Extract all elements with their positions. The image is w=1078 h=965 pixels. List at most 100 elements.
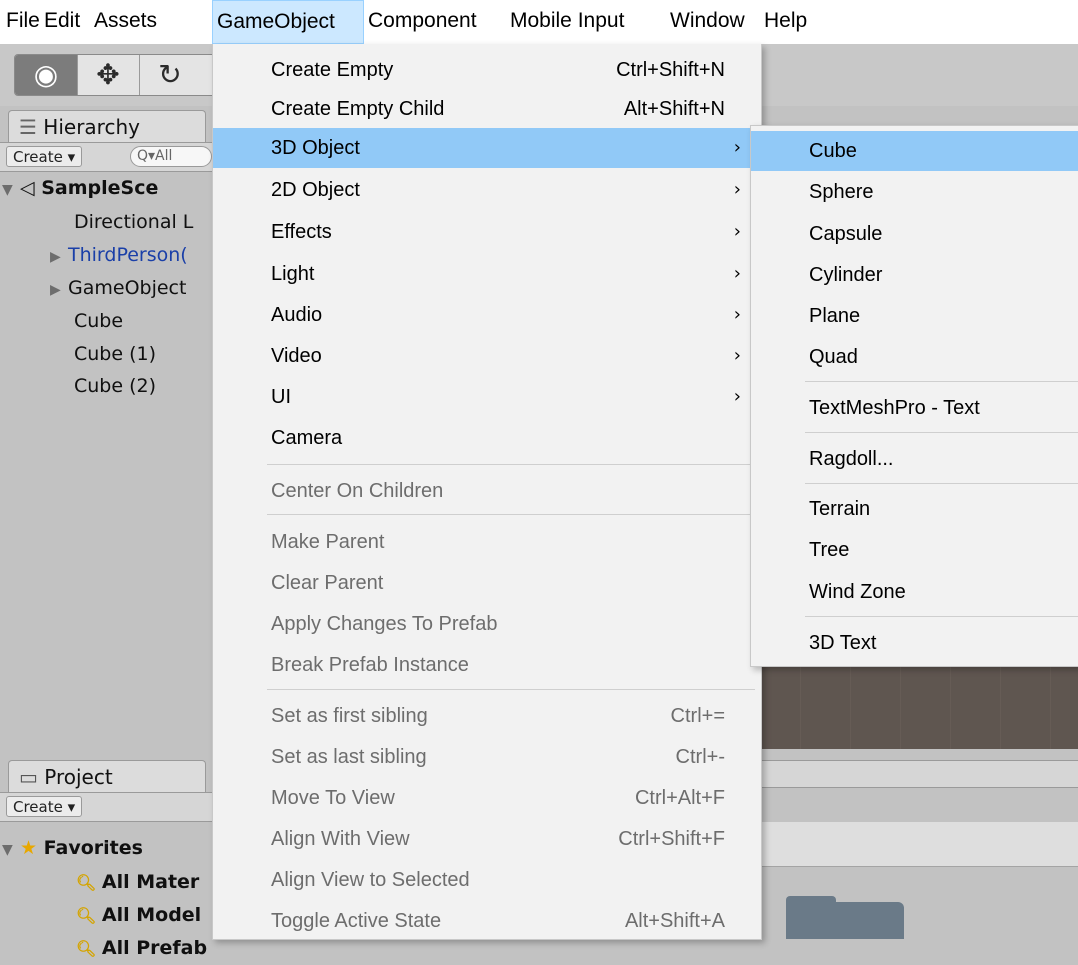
menu-item-create-empty[interactable]: Create Empty Ctrl+Shift+N: [213, 50, 761, 90]
eye-icon[interactable]: ◉: [15, 55, 78, 95]
menu-item-center-on-children[interactable]: Center On Children: [213, 471, 761, 511]
menu-item-shortcut: Alt+Shift+A: [624, 910, 725, 932]
expand-down-icon[interactable]: ▼: [2, 834, 20, 866]
menu-item-set-as-last-sibling[interactable]: Set as last sibling Ctrl+-: [213, 737, 761, 777]
menu-component[interactable]: Component: [364, 0, 481, 44]
menu-item-shortcut: Alt+Shift+N: [623, 98, 725, 120]
project-tab[interactable]: ▭ Project: [8, 760, 206, 792]
menu-item-break-prefab-instance[interactable]: Break Prefab Instance: [213, 645, 761, 685]
menu-item-ui[interactable]: UI ›: [213, 377, 761, 417]
menu-item-label: 2D Object: [271, 179, 360, 201]
menu-item-create-empty-child[interactable]: Create Empty Child Alt+Shift+N: [213, 89, 761, 129]
scene-root[interactable]: ▼ ◁ SampleSce: [2, 172, 158, 204]
menu-mobile-input[interactable]: Mobile Input: [506, 0, 628, 44]
submenu-item-label: Cube: [809, 140, 857, 162]
submenu-item-textmeshpro-text[interactable]: TextMeshPro - Text: [751, 388, 1078, 428]
menu-item-align-view-to-selected[interactable]: Align View to Selected: [213, 860, 761, 900]
star-icon: ★: [20, 837, 44, 859]
menu-item-align-with-view[interactable]: Align With View Ctrl+Shift+F: [213, 819, 761, 859]
submenu-item-label: Ragdoll...: [809, 448, 894, 470]
menu-item-label: UI: [271, 386, 291, 408]
submenu-item-tree[interactable]: Tree: [751, 530, 1078, 570]
menu-item-set-as-first-sibling[interactable]: Set as first sibling Ctrl+=: [213, 696, 761, 736]
hierarchy-tab[interactable]: ☰ Hierarchy: [8, 110, 206, 142]
menu-item-audio[interactable]: Audio ›: [213, 295, 761, 335]
menu-gameobject[interactable]: GameObject: [212, 0, 364, 44]
menu-help[interactable]: Help: [760, 0, 811, 44]
menu-item-label: Set as first sibling: [271, 705, 428, 727]
expand-right-icon[interactable]: ▶: [50, 274, 68, 306]
menu-item-label: Audio: [271, 304, 323, 326]
menu-item-shortcut: Ctrl+Alt+F: [634, 787, 725, 809]
submenu-item-sphere[interactable]: Sphere: [751, 172, 1078, 212]
submenu-item-ragdoll[interactable]: Ragdoll...: [751, 439, 1078, 479]
submenu-item-label: Quad: [809, 346, 858, 368]
hierarchy-item-label: Cube (2): [74, 375, 157, 397]
submenu-item-label: Plane: [809, 305, 861, 327]
3d-object-submenu: Cube Sphere Capsule Cylinder Plane Quad TextMe…: [750, 125, 1078, 667]
menu-window[interactable]: Window: [666, 0, 749, 44]
submenu-item-label: Tree: [809, 539, 850, 561]
submenu-item-capsule[interactable]: Capsule: [751, 214, 1078, 254]
menu-item-label: Center On Children: [271, 480, 444, 502]
favorite-item[interactable]: 🔍︎ All Prefab: [76, 932, 207, 964]
menu-item-label: Video: [271, 345, 322, 367]
rotate-icon[interactable]: ↻: [139, 55, 201, 95]
submenu-item-3d-text[interactable]: 3D Text: [751, 623, 1078, 663]
search-icon: 🔍︎: [76, 906, 102, 925]
chevron-right-icon: ›: [733, 179, 741, 200]
chevron-right-icon: ›: [733, 345, 741, 366]
submenu-item-plane[interactable]: Plane: [751, 296, 1078, 336]
project-create-button[interactable]: Create ▾: [6, 796, 83, 817]
menu-item-effects[interactable]: Effects ›: [213, 212, 761, 252]
submenu-item-cylinder[interactable]: Cylinder: [751, 255, 1078, 295]
menu-item-label: Clear Parent: [271, 572, 384, 594]
hierarchy-item[interactable]: ▶ GameObject: [50, 272, 186, 304]
menu-item-clear-parent[interactable]: Clear Parent: [213, 563, 761, 603]
expand-right-icon[interactable]: ▶: [50, 241, 68, 273]
submenu-separator: [805, 616, 1078, 617]
menu-assets[interactable]: Assets: [90, 0, 161, 44]
hierarchy-item[interactable]: Cube (1): [74, 338, 156, 370]
menu-item-3d-object[interactable]: 3D Object ›: [213, 128, 761, 168]
move-icon[interactable]: ✥: [77, 55, 140, 95]
hierarchy-item-label: ThirdPerson(: [68, 244, 188, 266]
hierarchy-search-input[interactable]: Q▾All: [130, 146, 212, 167]
list-icon: ☰: [19, 115, 44, 139]
favorites-label: Favorites: [43, 837, 143, 859]
menu-item-shortcut: Ctrl+-: [675, 746, 725, 768]
menu-item-label: Align View to Selected: [271, 869, 470, 891]
favorite-item-label: All Prefab: [101, 937, 208, 959]
hierarchy-item[interactable]: Directional L: [74, 206, 193, 238]
folder-icon[interactable]: [786, 902, 904, 939]
menu-item-apply-changes-to-prefab[interactable]: Apply Changes To Prefab: [213, 604, 761, 644]
menu-item-camera[interactable]: Camera: [213, 418, 761, 458]
expand-down-icon[interactable]: ▼: [2, 174, 20, 206]
menu-separator: [267, 689, 755, 690]
hierarchy-item[interactable]: Cube (2): [74, 370, 156, 402]
menu-item-label: Create Empty Child: [271, 98, 445, 120]
project-content-toolbar: [750, 760, 1078, 788]
menu-item-toggle-active-state[interactable]: Toggle Active State Alt+Shift+A: [213, 901, 761, 941]
favorites-root[interactable]: ▼ ★ Favorites: [2, 832, 143, 864]
menu-item-move-to-view[interactable]: Move To View Ctrl+Alt+F: [213, 778, 761, 818]
hierarchy-item[interactable]: Cube: [74, 305, 123, 337]
menu-file[interactable]: File: [2, 0, 44, 44]
submenu-item-wind-zone[interactable]: Wind Zone: [751, 572, 1078, 612]
submenu-item-terrain[interactable]: Terrain: [751, 489, 1078, 529]
submenu-item-cube[interactable]: Cube: [751, 131, 1078, 171]
menu-edit[interactable]: Edit: [40, 0, 84, 44]
menu-item-make-parent[interactable]: Make Parent: [213, 522, 761, 562]
submenu-item-quad[interactable]: Quad: [751, 337, 1078, 377]
favorite-item[interactable]: 🔍︎ All Model: [76, 899, 201, 931]
menu-item-light[interactable]: Light ›: [213, 254, 761, 294]
project-toolbar: Create ▾: [0, 792, 212, 822]
menu-item-video[interactable]: Video ›: [213, 336, 761, 376]
hierarchy-item[interactable]: ▶ ThirdPerson(: [50, 239, 188, 271]
scene-grid: [750, 663, 1078, 749]
menu-item-2d-object[interactable]: 2D Object ›: [213, 170, 761, 210]
hierarchy-create-button[interactable]: Create ▾: [6, 146, 83, 167]
chevron-right-icon: ›: [733, 137, 741, 158]
favorite-item[interactable]: 🔍︎ All Mater: [76, 866, 199, 898]
submenu-item-label: Sphere: [809, 181, 874, 203]
